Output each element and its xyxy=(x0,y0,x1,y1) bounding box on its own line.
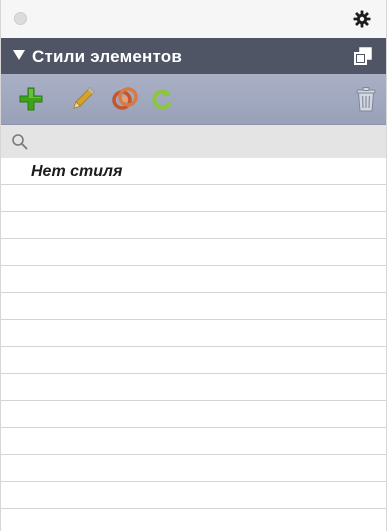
window-titlebar xyxy=(1,0,386,38)
trash-icon[interactable] xyxy=(352,85,380,113)
redo-icon[interactable] xyxy=(149,85,177,113)
detach-panel-icon[interactable] xyxy=(354,47,372,65)
link-icon[interactable] xyxy=(111,85,139,113)
disclosure-triangle-icon[interactable] xyxy=(12,48,26,62)
gear-icon[interactable] xyxy=(352,9,372,29)
panel-title: Стили элементов xyxy=(32,47,183,66)
edit-pencil-icon[interactable] xyxy=(69,85,97,113)
styles-toolbar xyxy=(1,74,386,125)
search-input[interactable] xyxy=(33,130,367,154)
close-window-button[interactable] xyxy=(14,12,27,25)
search-icon xyxy=(12,134,28,150)
styles-list: Нет стиля xyxy=(1,158,386,531)
list-item-no-style[interactable]: Нет стиля xyxy=(1,158,386,185)
panel-header[interactable]: Стили элементов xyxy=(1,38,386,74)
add-icon[interactable] xyxy=(17,85,45,113)
search-bar xyxy=(1,125,386,158)
styles-panel: Стили элементов Нет стиля xyxy=(0,0,387,531)
